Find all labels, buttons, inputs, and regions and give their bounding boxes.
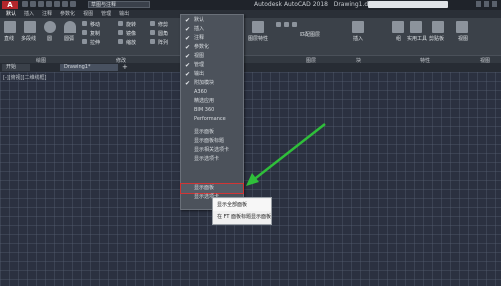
arrow-head	[246, 173, 259, 186]
annotation-arrow	[246, 123, 326, 186]
arrow-shaft	[251, 123, 326, 182]
